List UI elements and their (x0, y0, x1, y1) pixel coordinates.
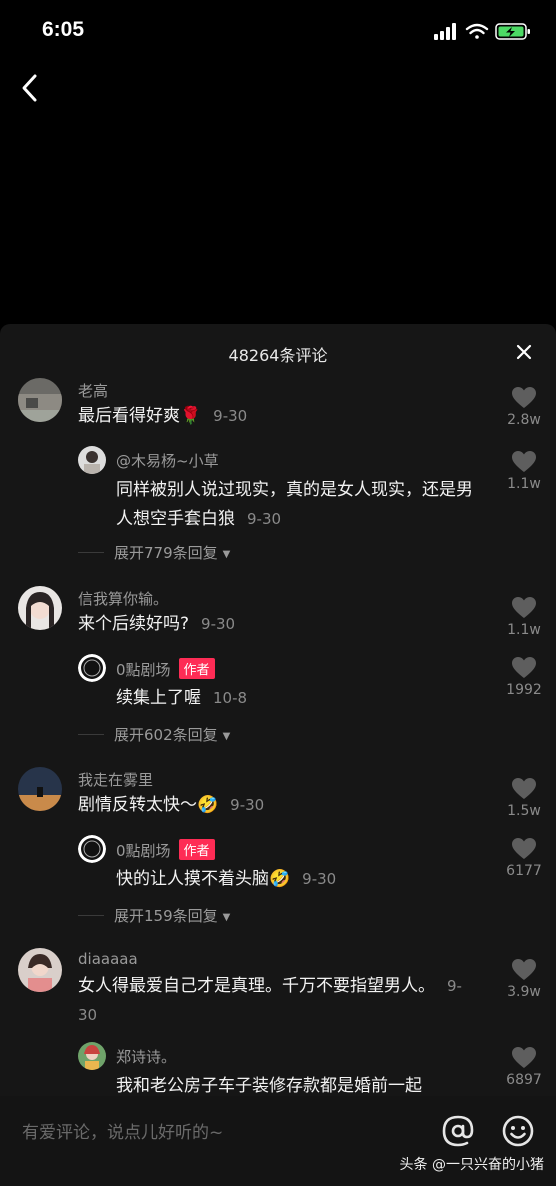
avatar[interactable] (78, 1042, 106, 1070)
comment-input[interactable]: 有爱评论，说点儿好听的~ (22, 1118, 223, 1143)
emoji-icon[interactable] (501, 1114, 535, 1148)
divider-line (78, 915, 104, 916)
like-count: 1.5w (507, 803, 541, 819)
reply-body: 同样被别人说过现实，真的是女人现实，还是男人想空手套白狼 (116, 480, 473, 529)
comment-date: 9-30 (213, 407, 248, 425)
reply-date: 10-8 (213, 689, 248, 707)
heart-icon (512, 959, 536, 980)
like-count: 1.1w (507, 476, 541, 492)
heart-icon (512, 451, 536, 472)
divider-line (78, 552, 104, 553)
avatar[interactable] (18, 948, 62, 992)
reply-body: 续集上了喔 (116, 688, 201, 708)
username[interactable]: 信我算你输。 (78, 588, 168, 609)
avatar[interactable] (18, 767, 62, 811)
author-badge: 作者 (178, 839, 215, 860)
heart-icon (512, 838, 536, 859)
like-count: 6897 (506, 1072, 542, 1088)
comment-body: 来个后续好吗? (78, 614, 190, 634)
username[interactable]: 我走在雾里 (78, 769, 153, 790)
username[interactable]: diaaaaa (78, 950, 138, 968)
comments-count-title: 48264条评论 (228, 346, 328, 365)
reply-text: 快的让人摸不着头脑🤣 9-30 (116, 865, 481, 894)
comment-date: 9-30 (201, 615, 236, 633)
username[interactable]: 老高 (78, 380, 108, 401)
comment-body: 最后看得好爽🌹 (78, 406, 202, 426)
expand-replies[interactable]: 展开602条回复 ▼ (78, 724, 230, 745)
reply-username[interactable]: @木易杨~小草 (116, 450, 219, 471)
signal-icon (434, 23, 456, 40)
avatar[interactable] (78, 835, 106, 863)
reply-body: 我和老公房子车子装修存款都是婚前一起 (116, 1076, 422, 1096)
avatar[interactable] (18, 586, 62, 630)
battery-icon (495, 23, 530, 40)
like-button[interactable]: 2.8w (504, 386, 544, 428)
expand-replies-label: 展开159条回复 (114, 907, 218, 925)
status-time: 6:05 (42, 18, 85, 41)
author-badge: 作者 (178, 658, 215, 679)
comment-date: 9-30 (230, 796, 265, 814)
comment-text: 来个后续好吗? 9-30 (78, 610, 473, 639)
like-button[interactable]: 1.1w (504, 450, 544, 492)
like-count: 6177 (506, 863, 542, 879)
divider-line (78, 734, 104, 735)
back-chevron-icon[interactable] (16, 70, 46, 106)
heart-icon (512, 1047, 536, 1068)
expand-replies-label: 展开779条回复 (114, 544, 218, 562)
status-icons (434, 23, 530, 40)
reply-username[interactable]: 郑诗诗。 (116, 1046, 176, 1067)
reply-text: 同样被别人说过现实，真的是女人现实，还是男人想空手套白狼 9-30 (116, 476, 481, 534)
author-name[interactable]: 0點剧场 (116, 661, 171, 679)
at-mention-icon[interactable] (441, 1114, 475, 1148)
comment-body: 女人得最爱自己才是真理。千万不要指望男人。 (78, 976, 435, 996)
comment-text: 最后看得好爽🌹 9-30 (78, 402, 473, 431)
heart-icon (512, 387, 536, 408)
expand-replies-label: 展开602条回复 (114, 726, 218, 744)
comment-body: 剧情反转太快～🤣 (78, 795, 219, 815)
reply-text: 续集上了喔 10-8 (116, 684, 481, 713)
reply-username: 0點剧场 作者 (116, 658, 215, 680)
comment-text: 剧情反转太快～🤣 9-30 (78, 791, 473, 820)
avatar[interactable] (78, 446, 106, 474)
avatar[interactable] (18, 378, 62, 422)
heart-icon (512, 778, 536, 799)
caret-down-icon: ▼ (222, 549, 231, 560)
like-button[interactable]: 6177 (504, 837, 544, 879)
reply-username: 0點剧场 作者 (116, 839, 215, 861)
comment-input-bar: 有爱评论，说点儿好听的~ 头条 @一只兴奋的小猪 (0, 1096, 556, 1186)
like-count: 2.8w (507, 412, 541, 428)
author-name[interactable]: 0點剧场 (116, 842, 171, 860)
expand-replies[interactable]: 展开159条回复 ▼ (78, 905, 230, 926)
status-bar: 6:05 (0, 0, 556, 60)
watermark: 头条 @一只兴奋的小猪 (399, 1157, 544, 1173)
reply-date: 9-30 (302, 870, 337, 888)
comment-text: 女人得最爱自己才是真理。千万不要指望男人。 9-30 (78, 972, 473, 1030)
like-button[interactable]: 6897 (504, 1046, 544, 1088)
like-count: 1992 (506, 682, 542, 698)
like-button[interactable]: 1992 (504, 656, 544, 698)
avatar[interactable] (78, 654, 106, 682)
wifi-icon (465, 23, 489, 39)
like-button[interactable]: 1.5w (504, 777, 544, 819)
comments-sheet: 48264条评论 老高 最后看得好爽🌹 9-30 2.8w @木易杨~小草 同样被… (0, 324, 556, 1096)
heart-icon (512, 657, 536, 678)
reply-date: 9-30 (247, 510, 282, 528)
heart-icon (512, 597, 536, 618)
like-button[interactable]: 3.9w (504, 958, 544, 1000)
caret-down-icon: ▼ (222, 731, 231, 742)
like-button[interactable]: 1.1w (504, 596, 544, 638)
close-icon[interactable] (514, 342, 534, 362)
like-count: 3.9w (507, 984, 541, 1000)
reply-text: 我和老公房子车子装修存款都是婚前一起 (116, 1072, 486, 1096)
caret-down-icon: ▼ (222, 912, 231, 923)
reply-body: 快的让人摸不着头脑🤣 (116, 869, 291, 889)
like-count: 1.1w (507, 622, 541, 638)
expand-replies[interactable]: 展开779条回复 ▼ (78, 542, 230, 563)
